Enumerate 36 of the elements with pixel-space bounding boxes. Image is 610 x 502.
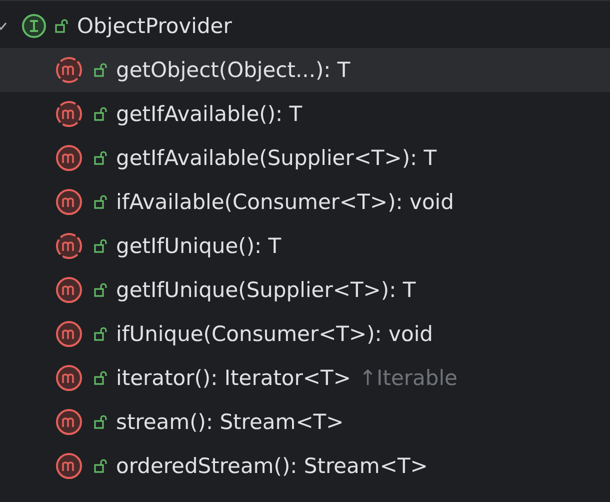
- unlocked-icon: [94, 459, 108, 473]
- expand-icon[interactable]: [0, 20, 6, 32]
- method-signature: getIfAvailable(): T: [116, 102, 302, 126]
- tree-item[interactable]: getIfAvailable(Supplier<T>): T: [0, 136, 610, 180]
- unlocked-icon: [94, 151, 108, 165]
- unlocked-icon: [94, 283, 108, 297]
- method-signature: getIfUnique(Supplier<T>): T: [116, 278, 416, 302]
- tree-item[interactable]: stream(): Stream<T>: [0, 400, 610, 444]
- tree-item[interactable]: iterator(): Iterator<T> ↑Iterable: [0, 356, 610, 400]
- method-signature: orderedStream(): Stream<T>: [116, 454, 428, 478]
- tree-item[interactable]: getIfUnique(Supplier<T>): T: [0, 268, 610, 312]
- unlocked-icon: [94, 327, 108, 341]
- unlocked-icon: [94, 415, 108, 429]
- method-signature: ifUnique(Consumer<T>): void: [116, 322, 433, 346]
- method-signature: stream(): Stream<T>: [116, 410, 344, 434]
- tree-item[interactable]: ifUnique(Consumer<T>): void: [0, 312, 610, 356]
- method-signature: getIfAvailable(Supplier<T>): T: [116, 146, 437, 170]
- tree-item[interactable]: ifAvailable(Consumer<T>): void: [0, 180, 610, 224]
- method-signature: iterator(): Iterator<T>: [116, 366, 351, 390]
- interface-icon: [21, 13, 47, 39]
- unlocked-icon: [94, 107, 108, 121]
- unlocked-icon: [94, 195, 108, 209]
- unlocked-icon: [94, 239, 108, 253]
- method-signature: getObject(Object...): T: [116, 58, 350, 82]
- tree-item[interactable]: ObjectProvider: [0, 4, 610, 48]
- tree-item[interactable]: getObject(Object...): T: [0, 48, 610, 92]
- unlocked-icon: [94, 371, 108, 385]
- method-signature: getIfUnique(): T: [116, 234, 282, 258]
- unlocked-icon: [94, 63, 108, 77]
- method-signature: ifAvailable(Consumer<T>): void: [116, 190, 454, 214]
- tree-item[interactable]: getIfUnique(): T: [0, 224, 610, 268]
- tree-item[interactable]: getIfAvailable(): T: [0, 92, 610, 136]
- interface-name: ObjectProvider: [77, 14, 232, 38]
- tree-item[interactable]: orderedStream(): Stream<T>: [0, 444, 610, 488]
- inherited-hint: ↑Iterable: [358, 366, 458, 390]
- unlocked-icon: [55, 19, 69, 33]
